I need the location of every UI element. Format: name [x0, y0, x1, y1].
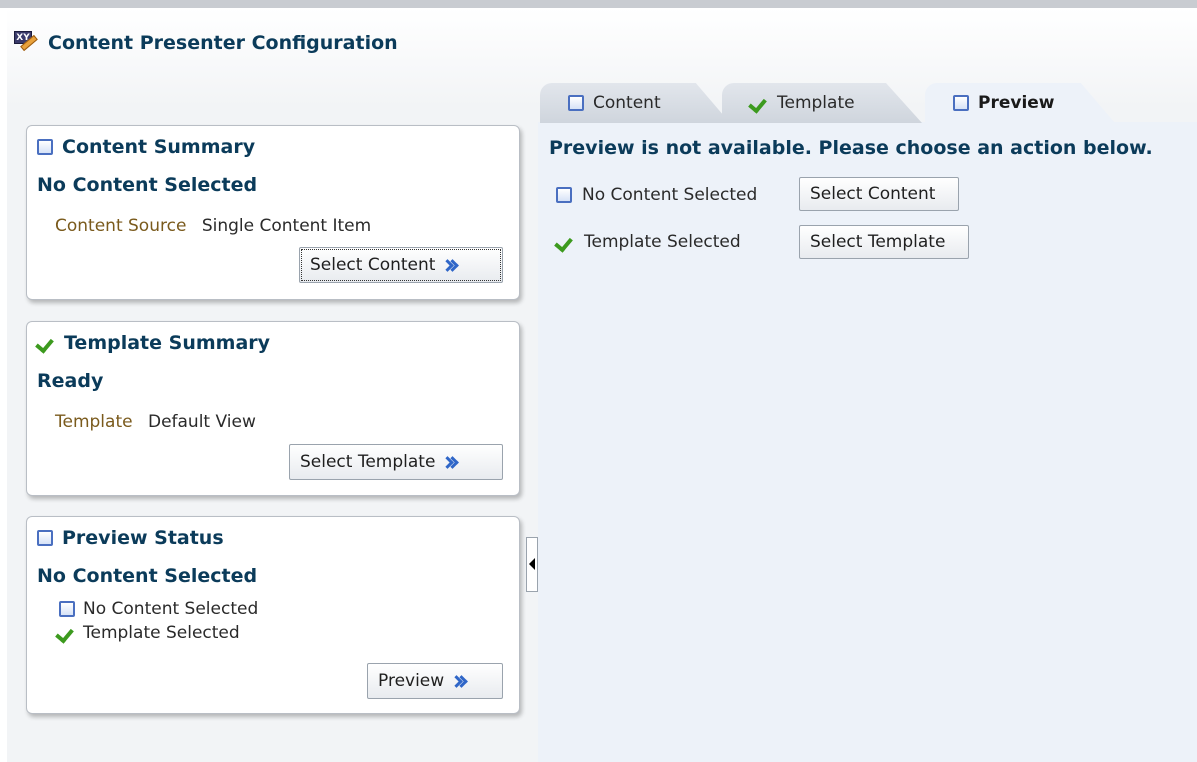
- list-item: Template Selected: [57, 621, 258, 645]
- collapse-panel-handle[interactable]: [526, 537, 538, 592]
- select-content-action-button[interactable]: Select Content: [799, 177, 959, 211]
- template-field-value: Default View: [147, 412, 256, 432]
- template-summary-header: Template Summary: [37, 332, 270, 354]
- content-source-label: Content Source: [55, 216, 187, 236]
- page-title-text: Content Presenter Configuration: [48, 32, 398, 54]
- select-template-action-label: Select Template: [810, 232, 946, 252]
- template-field-label: Template: [55, 412, 133, 432]
- template-action-label: Template Selected: [584, 232, 741, 252]
- select-template-button[interactable]: Select Template: [289, 444, 503, 480]
- double-chevron-right-icon: [443, 257, 457, 273]
- preview-status-status: No Content Selected: [37, 565, 258, 587]
- list-item: No Content Selected: [59, 597, 258, 621]
- select-template-button-label: Select Template: [300, 452, 436, 472]
- select-template-action-button[interactable]: Select Template: [799, 225, 969, 259]
- checkbox-icon: [556, 187, 572, 203]
- content-source-value: Single Content Item: [201, 216, 372, 236]
- double-chevron-right-icon: [443, 454, 457, 470]
- double-chevron-right-icon: [452, 673, 466, 689]
- checkbox-icon: [59, 601, 75, 617]
- page-title: XY Content Presenter Configuration: [14, 28, 398, 58]
- checkmark-icon: [556, 234, 574, 250]
- tab-content-label: Content: [593, 93, 661, 113]
- top-bar: [0, 0, 1197, 8]
- template-summary-panel: Template Summary Ready Template Default …: [26, 321, 520, 496]
- template-field: Template Default View: [55, 412, 256, 432]
- preview-button[interactable]: Preview: [367, 663, 503, 699]
- list-item-label: No Content Selected: [83, 599, 259, 619]
- content-summary-status: No Content Selected: [37, 174, 258, 196]
- template-summary-title: Template Summary: [64, 332, 271, 354]
- tab-template-label: Template: [777, 93, 855, 113]
- list-item-label: Template Selected: [83, 623, 240, 643]
- preview-status-header: Preview Status: [37, 527, 224, 549]
- checkbox-icon: [37, 530, 53, 546]
- content-action-label: No Content Selected: [582, 185, 758, 205]
- select-content-action-label: Select Content: [810, 184, 936, 204]
- preview-status-list: No Content Selected Template Selected: [59, 597, 258, 645]
- content-action-row: No Content Selected: [556, 180, 757, 210]
- tab-preview-label: Preview: [978, 93, 1055, 113]
- select-content-button-label: Select Content: [310, 255, 436, 275]
- edit-xy-icon: XY: [14, 31, 40, 55]
- checkbox-icon: [37, 139, 53, 155]
- content-source-field: Content Source Single Content Item: [55, 216, 371, 236]
- content-summary-header: Content Summary: [37, 136, 255, 158]
- template-summary-status: Ready: [37, 370, 104, 392]
- preview-button-label: Preview: [378, 671, 445, 691]
- checkmark-icon: [57, 625, 75, 641]
- preview-status-panel: Preview Status No Content Selected No Co…: [26, 516, 520, 714]
- content-summary-title: Content Summary: [62, 136, 256, 158]
- preview-message: Preview is not available. Please choose …: [549, 137, 1153, 159]
- select-content-button[interactable]: Select Content: [299, 247, 503, 283]
- preview-status-title: Preview Status: [62, 527, 224, 549]
- checkbox-icon: [568, 95, 584, 111]
- checkmark-icon: [37, 335, 55, 351]
- checkmark-icon: [750, 95, 768, 111]
- template-action-row: Template Selected: [556, 227, 741, 257]
- content-summary-panel: Content Summary No Content Selected Cont…: [26, 125, 520, 300]
- preview-pane: [538, 122, 1197, 762]
- checkbox-icon: [953, 95, 969, 111]
